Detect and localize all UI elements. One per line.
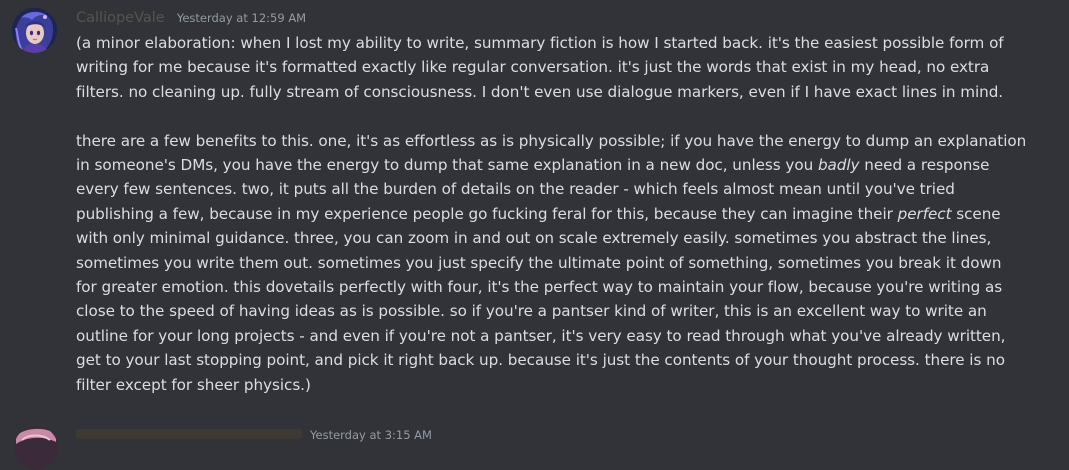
emphasized-text: badly <box>817 156 860 175</box>
next-user-avatar[interactable] <box>14 426 58 470</box>
message-timestamp[interactable]: Yesterday at 12:59 AM <box>177 11 306 25</box>
message-text: scene <box>951 204 1001 223</box>
message-line: outline for your long projects - and eve… <box>76 324 1036 348</box>
message-text: for greater emotion. this dovetails perf… <box>76 278 1003 297</box>
message-text: (a minor elaboration: when I lost my abi… <box>76 34 1004 52</box>
message-line: close to the speed of having ideas as is… <box>76 299 1036 323</box>
message-text: close to the speed of having ideas as is… <box>76 302 987 321</box>
message-line: (a minor elaboration: when I lost my abi… <box>76 31 1036 55</box>
message-text: filters. no cleaning up. fully stream of… <box>76 82 1004 101</box>
message-text: publishing a few, because in my experien… <box>76 204 898 223</box>
next-message-timestamp[interactable]: Yesterday at 3:15 AM <box>310 428 432 442</box>
message-text: get to your last stopping point, and pic… <box>76 351 1005 370</box>
message-line: filters. no cleaning up. fully stream of… <box>76 80 1036 104</box>
message-text: in someone's DMs, you have the energy to… <box>76 156 818 175</box>
next-username[interactable] <box>76 429 302 439</box>
message-line: writing for me because it's formatted ex… <box>76 55 1036 79</box>
message-text: every few sentences. two, it puts all th… <box>76 180 955 199</box>
anime-character-avatar-icon <box>12 8 57 53</box>
message-text: filter except for sheer physics.) <box>76 375 311 394</box>
message-line: there are a few benefits to this. one, i… <box>76 129 1036 153</box>
next-chat-message: Yesterday at 3:15 AM <box>0 420 1069 470</box>
username[interactable]: CalliopeVale <box>76 10 165 26</box>
message-text: writing for me because it's formatted ex… <box>76 58 990 77</box>
message-text: need a response <box>859 156 990 175</box>
message-line: in someone's DMs, you have the energy to… <box>76 153 1036 177</box>
message-line: get to your last stopping point, and pic… <box>76 348 1036 372</box>
user-avatar[interactable] <box>12 8 57 53</box>
message-header: CalliopeVale Yesterday at 12:59 AM <box>76 7 306 27</box>
message-line: publishing a few, because in my experien… <box>76 202 1036 226</box>
message-line: filter except for sheer physics.) <box>76 373 1036 397</box>
message-text: there are a few benefits to this. one, i… <box>76 131 1027 150</box>
chat-message: CalliopeVale Yesterday at 12:59 AM (a mi… <box>0 0 1069 410</box>
message-line: for greater emotion. this dovetails perf… <box>76 275 1036 299</box>
message-text: with only minimal guidance. three, you c… <box>76 229 992 248</box>
message-text: sometimes you write them out. sometimes … <box>76 253 1002 272</box>
message-line: every few sentences. two, it puts all th… <box>76 177 1036 201</box>
message-line: sometimes you write them out. sometimes … <box>76 251 1036 275</box>
message-content: (a minor elaboration: when I lost my abi… <box>76 31 1036 397</box>
pink-character-avatar-icon <box>14 426 58 470</box>
message-line: with only minimal guidance. three, you c… <box>76 226 1036 250</box>
emphasized-text: perfect <box>897 204 952 223</box>
message-text: outline for your long projects - and eve… <box>76 326 1006 345</box>
